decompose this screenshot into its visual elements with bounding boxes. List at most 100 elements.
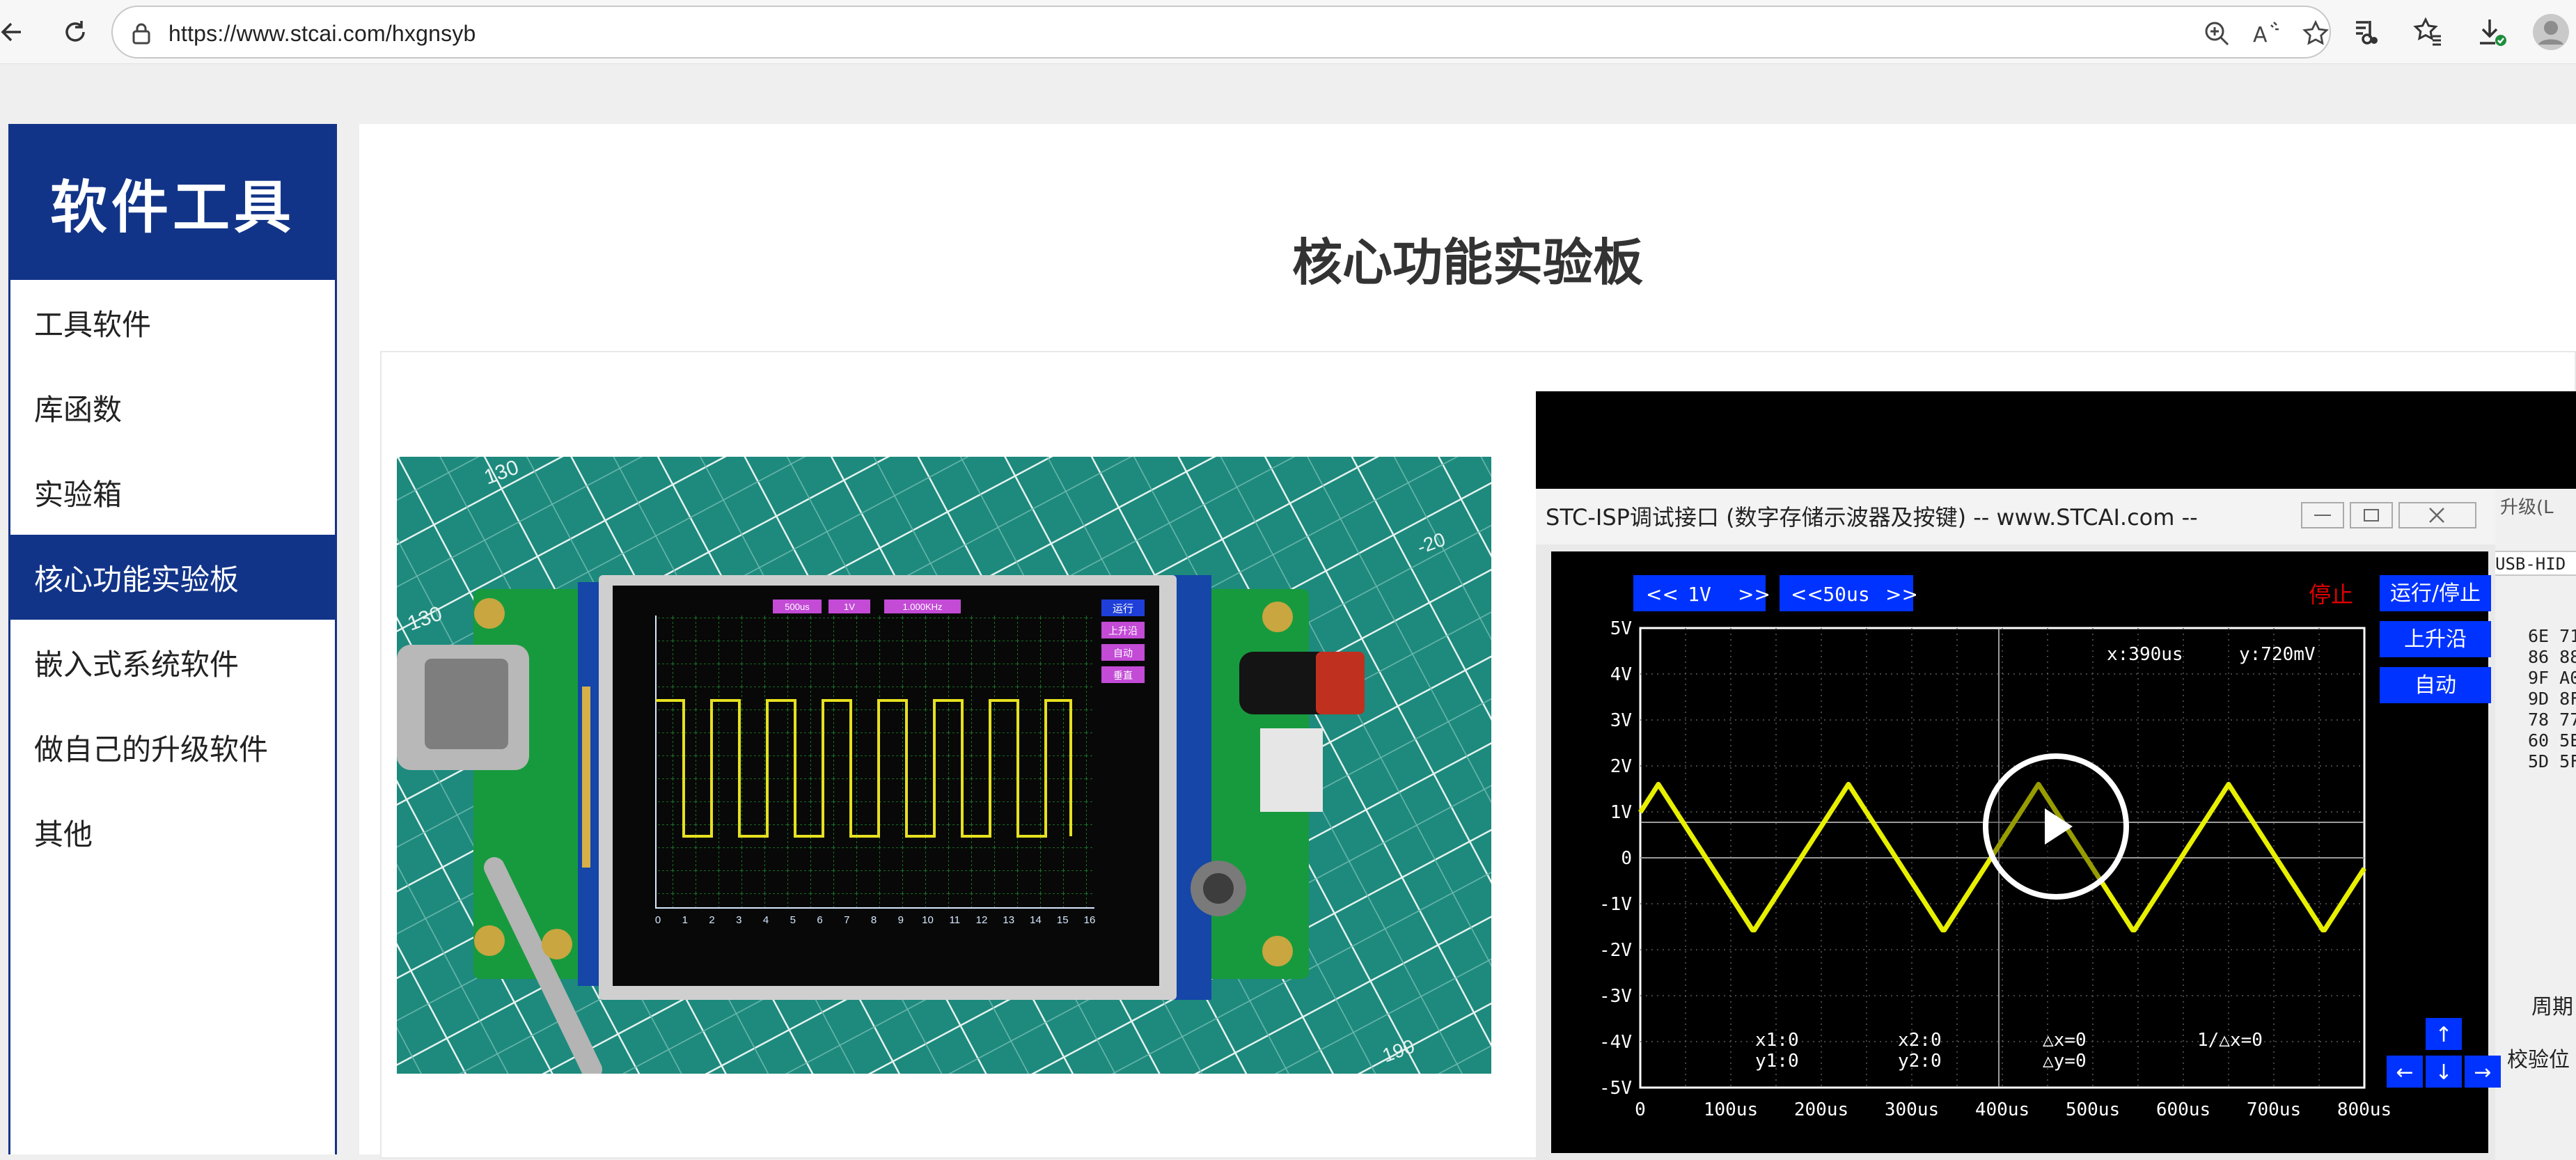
side-hex-list: 6E 7186 889F A09D 8F78 7760 5E5D 5F bbox=[2528, 626, 2576, 771]
lcd-x-tick: 13 bbox=[1003, 914, 1014, 926]
lcd-x-tick: 9 bbox=[898, 914, 904, 926]
arrow-up-icon: ↑ bbox=[2435, 1023, 2452, 1047]
lcd-x-tick: 4 bbox=[763, 914, 769, 926]
downloads-icon[interactable] bbox=[2473, 14, 2512, 50]
lcd-btn-edge: 上升沿 bbox=[1108, 626, 1138, 637]
cursor-x-readout: x:390us bbox=[2107, 644, 2183, 665]
x-tick-label: 600us bbox=[2156, 1099, 2210, 1120]
lcd-x-tick: 11 bbox=[949, 914, 960, 926]
svg-text:>>: >> bbox=[1738, 583, 1770, 606]
side-usb-label: USB-HID bbox=[2495, 554, 2566, 574]
y-tick-label: 4V bbox=[1610, 664, 1632, 685]
favorite-star-icon[interactable] bbox=[2300, 19, 2331, 47]
run-stop-button: 运行/停止 bbox=[2390, 581, 2481, 606]
lcd-btn-auto: 自动 bbox=[1113, 648, 1133, 659]
lcd-x-tick: 7 bbox=[844, 914, 849, 926]
sidebar-item-core-board[interactable]: 核心功能实验板 bbox=[8, 535, 337, 620]
arrow-down-icon: ↓ bbox=[2435, 1060, 2452, 1085]
x1-readout: x1:0 bbox=[1755, 1030, 1799, 1051]
x-tick-label: 300us bbox=[1885, 1099, 1939, 1120]
sidebar-item-other[interactable]: 其他 bbox=[10, 790, 335, 875]
page-title: 核心功能实验板 bbox=[1291, 233, 1643, 292]
sidebar-item-experiment-box[interactable]: 实验箱 bbox=[10, 450, 335, 535]
delta-y-readout: △y=0 bbox=[2043, 1051, 2087, 1072]
hex-row: 86 88 bbox=[2528, 647, 2576, 667]
video-player[interactable]: 升级(L USB-HID 6E 71 86 88 9F A0 9D 8F 78 77 60… bbox=[1536, 391, 2576, 1160]
scope-x-axis: 0 100us 200us 300us 400us 500us 600us 700us 800u… bbox=[1635, 1099, 2392, 1120]
lcd-x-tick: 14 bbox=[1030, 914, 1042, 926]
y-tick-label: -5V bbox=[1599, 1078, 1632, 1099]
lcd-x-tick: 8 bbox=[871, 914, 877, 926]
board-photo: 130 130 -20 190 500us 1V 1.000KHz 运行 上升沿… bbox=[397, 457, 1491, 1074]
x-tick-label: 500us bbox=[2066, 1099, 2120, 1120]
x2-readout: x2:0 bbox=[1898, 1030, 1942, 1051]
lcd-x-tick: 15 bbox=[1057, 914, 1069, 926]
lcd-label-volt: 1V bbox=[844, 602, 855, 612]
y2-readout: y2:0 bbox=[1898, 1051, 1942, 1072]
page: 软件工具 工具软件 库函数 实验箱 核心功能实验板 嵌入式系统软件 做自己的升级… bbox=[0, 64, 2576, 1160]
sidebar-item-tool-software[interactable]: 工具软件 bbox=[10, 280, 335, 365]
lcd-label-freq: 1.000KHz bbox=[902, 602, 942, 612]
side-upgrade-label: 升级(L bbox=[2500, 497, 2554, 518]
back-icon[interactable] bbox=[0, 13, 33, 52]
lcd-label-time: 500us bbox=[785, 602, 810, 612]
y-tick-label: 2V bbox=[1610, 756, 1632, 777]
favorites-icon[interactable] bbox=[2409, 14, 2448, 50]
side-check-label: 校验位 bbox=[2507, 1048, 2570, 1072]
y-tick-label: 3V bbox=[1610, 710, 1632, 731]
sidebar-title: 软件工具 bbox=[49, 174, 295, 241]
x-tick-label: 100us bbox=[1704, 1099, 1758, 1120]
y-tick-label: 1V bbox=[1610, 802, 1632, 823]
play-icon bbox=[2045, 808, 2073, 845]
lcd-btn-run: 运行 bbox=[1113, 602, 1133, 615]
media-gallery: 130 130 -20 190 500us 1V 1.000KHz 运行 上升沿… bbox=[380, 351, 2576, 1160]
main-content: 核心功能实验板 130 130 -20 190 500us 1V 1.000KH… bbox=[359, 124, 2576, 1160]
inverse-delta-x-readout: 1/△x=0 bbox=[2197, 1030, 2263, 1051]
lcd-btn-vert: 垂直 bbox=[1113, 670, 1133, 682]
lcd-x-tick: 16 bbox=[1084, 914, 1096, 926]
zoom-icon[interactable] bbox=[2201, 19, 2232, 47]
hex-row: 9D 8F bbox=[2528, 689, 2576, 709]
y1-readout: y1:0 bbox=[1755, 1051, 1799, 1072]
play-button[interactable] bbox=[1983, 753, 2129, 900]
delta-x-readout: △x=0 bbox=[2043, 1030, 2087, 1051]
auto-button: 自动 bbox=[2414, 673, 2456, 698]
read-aloud-icon[interactable]: A bbox=[2252, 19, 2282, 47]
profile-icon[interactable] bbox=[2531, 14, 2570, 50]
side-period-label: 周期 bbox=[2531, 995, 2573, 1019]
url-text[interactable]: https://www.stcai.com/hxgnsyb bbox=[168, 21, 476, 47]
lcd-x-tick: 12 bbox=[976, 914, 988, 926]
x-tick-label: 200us bbox=[1794, 1099, 1848, 1120]
arrow-right-icon: → bbox=[2474, 1060, 2491, 1085]
scope-status: 停止 bbox=[2309, 581, 2353, 608]
scope-window-title: STC-ISP调试接口 (数字存储示波器及按键) -- www.STCAI.co… bbox=[1546, 504, 2198, 531]
lcd-x-tick: 5 bbox=[790, 914, 796, 926]
lcd-x-tick: 3 bbox=[736, 914, 741, 926]
x-tick-label: 800us bbox=[2337, 1099, 2392, 1120]
lcd-x-tick: 0 bbox=[655, 914, 661, 926]
x-tick-label: 0 bbox=[1635, 1099, 1646, 1120]
hex-row: 9F A0 bbox=[2528, 668, 2576, 688]
y-tick-label: 5V bbox=[1610, 618, 1632, 639]
address-bar[interactable]: https://www.stcai.com/hxgnsyb A bbox=[111, 6, 2331, 58]
browser-toolbar: https://www.stcai.com/hxgnsyb A bbox=[0, 0, 2576, 64]
lock-icon[interactable] bbox=[131, 22, 152, 48]
sidebar-item-embedded-software[interactable]: 嵌入式系统软件 bbox=[10, 620, 335, 705]
refresh-icon[interactable] bbox=[56, 13, 95, 52]
y-tick-label: -2V bbox=[1599, 940, 1632, 961]
time-scale-value: 50us bbox=[1823, 583, 1869, 606]
lcd-x-tick: 6 bbox=[817, 914, 822, 926]
svg-text:<<: << bbox=[1791, 583, 1823, 606]
sidebar-item-library-functions[interactable]: 库函数 bbox=[10, 365, 335, 450]
y-tick-label: -3V bbox=[1599, 986, 1632, 1007]
svg-text:A: A bbox=[2253, 23, 2268, 47]
y-tick-label: -1V bbox=[1599, 894, 1632, 915]
lcd-x-tick: 1 bbox=[682, 914, 688, 926]
lcd-x-tick: 2 bbox=[709, 914, 714, 926]
volt-scale-value: 1V bbox=[1688, 583, 1711, 606]
sidebar-item-upgrade-software[interactable]: 做自己的升级软件 bbox=[10, 705, 335, 790]
x-tick-label: 700us bbox=[2247, 1099, 2301, 1120]
media-icon[interactable] bbox=[2346, 14, 2385, 50]
sidebar: 软件工具 工具软件 库函数 实验箱 核心功能实验板 嵌入式系统软件 做自己的升级… bbox=[8, 124, 337, 1154]
y-tick-label: -4V bbox=[1599, 1032, 1632, 1053]
